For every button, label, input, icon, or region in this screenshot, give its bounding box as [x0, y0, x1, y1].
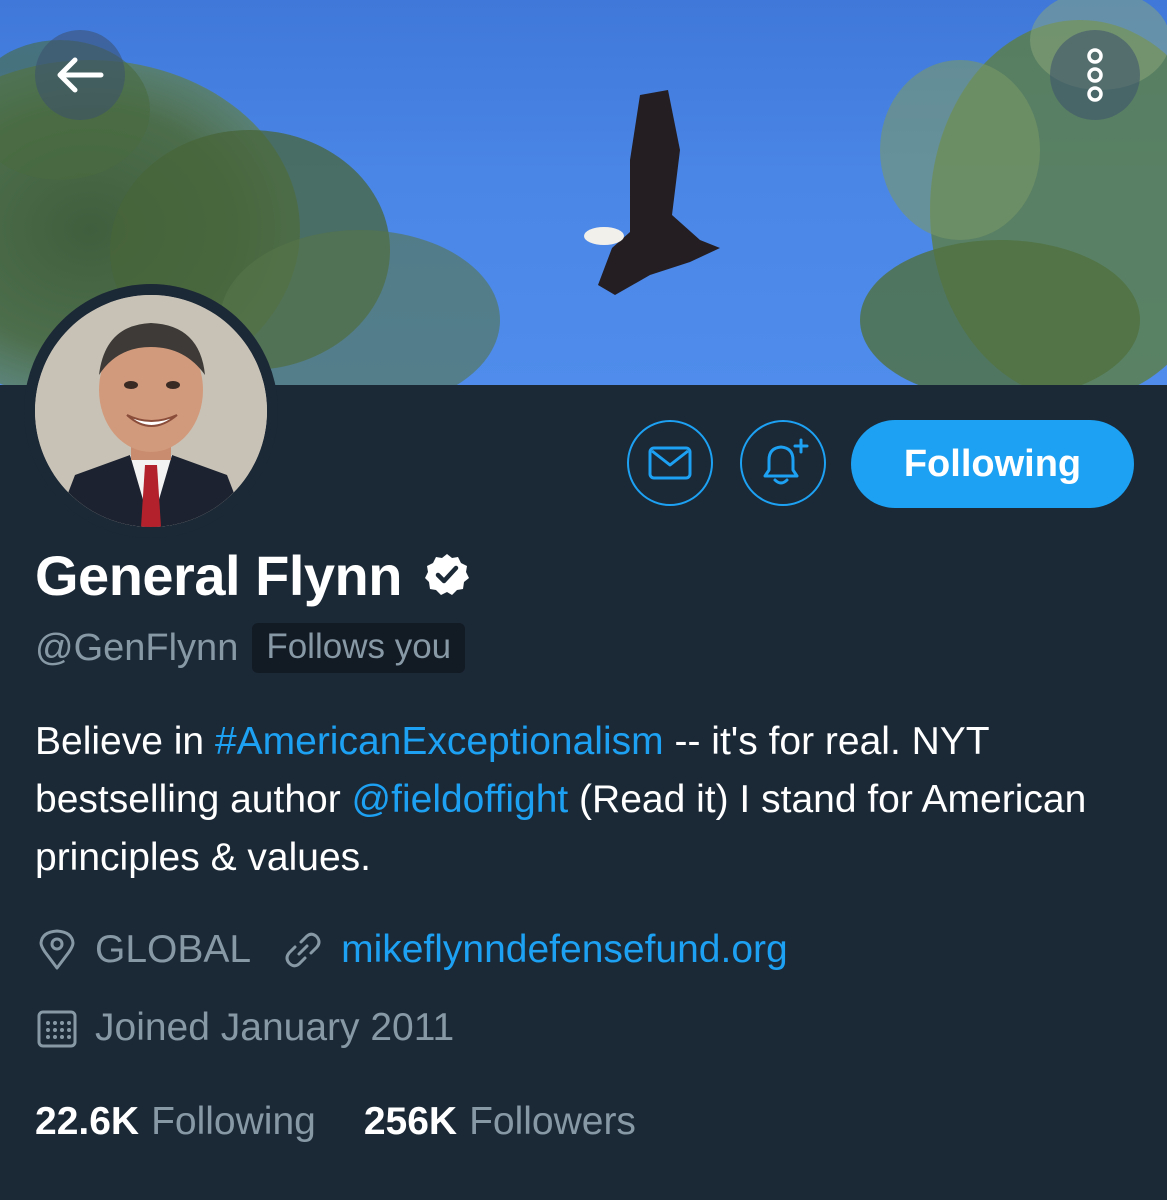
more-vertical-icon: [1087, 48, 1103, 102]
handle-row: @GenFlynn Follows you: [35, 620, 466, 676]
bio-mention-link[interactable]: @fieldoffight: [352, 778, 569, 821]
following-button[interactable]: Following: [851, 420, 1134, 508]
direct-message-button[interactable]: [627, 420, 713, 506]
verified-icon: [424, 554, 469, 595]
username: @GenFlynn: [35, 626, 239, 669]
display-name: General Flynn: [35, 543, 402, 607]
notifications-button[interactable]: [740, 420, 826, 506]
calendar-icon: [37, 1010, 77, 1048]
avatar-border: [24, 284, 278, 538]
follows-you-badge: Follows you: [252, 623, 466, 673]
bio-hashtag-link[interactable]: #AmericanExceptionalism: [215, 720, 664, 763]
follow-stats: 22.6K Following 256K Followers: [35, 1093, 636, 1151]
link-icon: [285, 932, 321, 968]
following-stat-link[interactable]: 22.6K Following: [35, 1100, 316, 1144]
bio: Believe in #AmericanExceptionalism -- it…: [35, 713, 1145, 887]
back-arrow-icon: [57, 57, 104, 93]
bio-text: Believe in: [35, 720, 215, 763]
avatar[interactable]: [35, 295, 267, 527]
location-pin-icon: [39, 929, 75, 970]
followers-stat-link[interactable]: 256K Followers: [364, 1100, 636, 1144]
envelope-icon: [648, 446, 692, 480]
following-count: 22.6K: [35, 1100, 140, 1143]
location-text: GLOBAL: [95, 928, 252, 971]
back-button[interactable]: [35, 30, 125, 120]
joined-date: Joined January 2011: [95, 1006, 455, 1049]
bell-plus-icon: [763, 438, 809, 485]
name-row: General Flynn: [35, 540, 470, 610]
more-options-button[interactable]: [1050, 30, 1140, 120]
location-website-row: GLOBAL mikeflynndefensefund.org: [35, 922, 788, 978]
followers-count: 256K: [363, 1100, 458, 1143]
joined-row: Joined January 2011: [35, 1000, 454, 1056]
following-label: Following: [151, 1100, 316, 1143]
avatar-image: [35, 295, 267, 527]
followers-label: Followers: [469, 1100, 636, 1143]
website-link[interactable]: mikeflynndefensefund.org: [341, 928, 788, 972]
